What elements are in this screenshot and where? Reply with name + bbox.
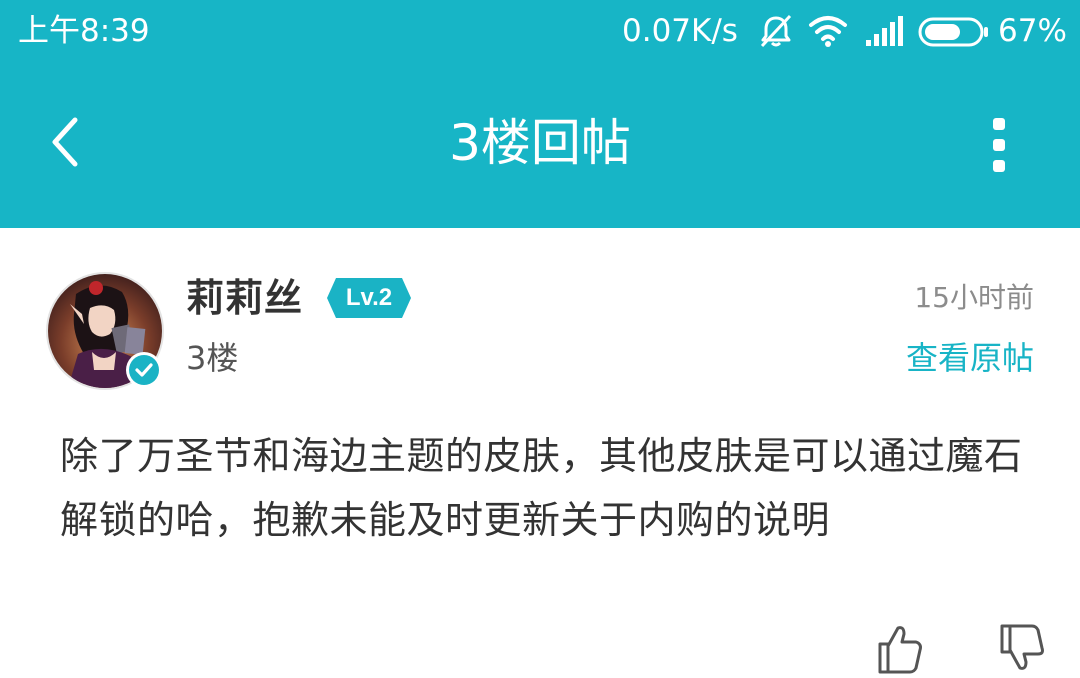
post-time: 15小时前 [914, 281, 1034, 314]
author-name[interactable]: 莉莉丝 [186, 274, 303, 322]
status-bar: 上午8:39 0.07K/s 67% [0, 0, 1080, 62]
mute-notification-icon [758, 12, 794, 50]
dislike-button[interactable] [996, 622, 1048, 674]
battery-icon [918, 12, 990, 50]
status-time: 上午8:39 [18, 13, 150, 49]
thumbs-down-icon [1000, 624, 1044, 670]
view-original-link[interactable]: 查看原帖 [906, 336, 1034, 380]
more-vertical-icon-dot [993, 139, 1005, 151]
like-button[interactable] [874, 622, 926, 674]
more-vertical-icon-dot [993, 160, 1005, 172]
more-options-button[interactable] [970, 110, 1028, 180]
back-button[interactable] [30, 102, 100, 182]
verified-check-icon [129, 355, 159, 385]
page-title: 3楼回帖 [449, 114, 631, 172]
app-bar: 3楼回帖 [0, 62, 1080, 228]
level-text: Lv.2 [345, 284, 393, 311]
network-speed: 0.07K/s [622, 13, 738, 49]
more-vertical-icon-dot [993, 118, 1005, 130]
thumbs-up-icon [878, 626, 922, 674]
signal-icon [864, 12, 904, 50]
verified-badge [126, 352, 162, 388]
battery-percent: 67% [998, 13, 1067, 49]
author-avatar[interactable] [46, 272, 164, 390]
level-badge: Lv.2 [326, 276, 412, 320]
post-body: 除了万圣节和海边主题的皮肤，其他皮肤是可以通过魔石解锁的哈，抱歉未能及时更新关于… [60, 434, 1023, 542]
chevron-left-icon [52, 117, 78, 167]
floor-label: 3楼 [186, 339, 239, 377]
wifi-icon [808, 12, 848, 50]
